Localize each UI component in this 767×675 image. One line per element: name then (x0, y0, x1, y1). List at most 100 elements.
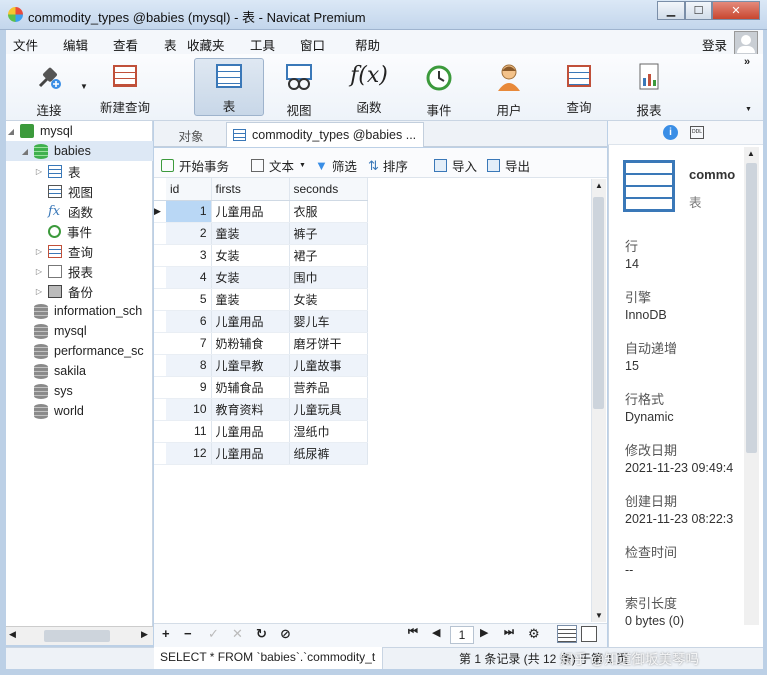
text-button[interactable]: 文本 ▼ (251, 156, 306, 175)
table-row[interactable]: 3 女装 裙子 (154, 244, 368, 267)
collapse-icon[interactable]: ◢ (6, 127, 16, 136)
view-button[interactable]: 视图 (264, 58, 334, 118)
menu-view[interactable]: 查看 (113, 35, 138, 54)
expand-icon[interactable]: ▷ (34, 267, 44, 276)
cell-firsts[interactable]: 儿童用品 (211, 200, 290, 223)
filter-button[interactable]: ▼ 筛选 (315, 156, 357, 175)
expand-icon[interactable]: ▷ (34, 287, 44, 296)
maximize-button[interactable]: ☐ (685, 1, 712, 20)
cell-seconds[interactable]: 湿纸巾 (289, 420, 368, 443)
tab-objects[interactable]: 对象 (156, 123, 226, 147)
menu-edit[interactable]: 编辑 (63, 35, 88, 54)
column-header-firsts[interactable]: firsts (211, 178, 290, 201)
row-header[interactable] (154, 354, 166, 377)
stop-icon[interactable]: ⊘ (280, 626, 291, 642)
cell-id[interactable]: 9 (166, 376, 212, 399)
delete-record-icon[interactable]: − (184, 626, 192, 641)
table-button[interactable]: 表 (194, 58, 264, 116)
table-row[interactable]: 4 女装 围巾 (154, 266, 368, 289)
add-record-icon[interactable]: + (162, 626, 170, 641)
row-header[interactable] (154, 222, 166, 245)
scrollbar-thumb[interactable] (593, 197, 604, 409)
tree-connection-mysql[interactable]: ◢ mysql (6, 121, 153, 141)
tab-commodity-types[interactable]: commodity_types @babies ... (226, 122, 424, 147)
close-button[interactable]: ✕ (712, 1, 760, 20)
row-header[interactable] (154, 376, 166, 399)
more-toolbar-icon[interactable]: » (744, 56, 750, 68)
query-button[interactable]: 查询 (544, 58, 614, 116)
expand-icon[interactable]: ▷ (34, 247, 44, 256)
table-row[interactable]: 8 儿童早教 儿童故事 (154, 354, 368, 377)
cell-firsts[interactable]: 女装 (211, 266, 290, 289)
collapse-icon[interactable]: ◢ (20, 147, 30, 156)
table-row[interactable]: 6 儿童用品 婴儿车 (154, 310, 368, 333)
info-icon[interactable]: i (663, 125, 678, 140)
gear-icon[interactable]: ⚙ (528, 626, 540, 642)
chevron-down-icon[interactable]: ▼ (299, 162, 306, 169)
column-header-seconds[interactable]: seconds (289, 178, 368, 201)
cell-id[interactable]: 11 (166, 420, 212, 443)
table-row[interactable]: 2 童装 裤子 (154, 222, 368, 245)
cell-firsts[interactable]: 儿童早教 (211, 354, 290, 377)
cell-seconds[interactable]: 婴儿车 (289, 310, 368, 333)
menu-window[interactable]: 窗口 (300, 35, 325, 54)
page-number-input[interactable]: 1 (450, 626, 474, 644)
menu-favorites[interactable]: 收藏夹 (187, 35, 225, 54)
scrollbar-thumb[interactable] (44, 630, 110, 642)
menu-tools[interactable]: 工具 (250, 35, 275, 54)
cell-seconds[interactable]: 营养品 (289, 376, 368, 399)
refresh-icon[interactable]: ↻ (256, 626, 267, 642)
row-header[interactable] (154, 266, 166, 289)
cell-firsts[interactable]: 奶辅食品 (211, 376, 290, 399)
event-button[interactable]: 事件 (404, 58, 474, 118)
row-header[interactable] (154, 310, 166, 333)
expand-icon[interactable]: ▷ (34, 167, 44, 176)
cell-id[interactable]: 4 (166, 266, 212, 289)
import-button[interactable]: 导入 (434, 156, 477, 175)
cell-seconds[interactable]: 裙子 (289, 244, 368, 267)
table-row[interactable]: 7 奶粉辅食 磨牙饼干 (154, 332, 368, 355)
login-link[interactable]: 登录 (702, 35, 727, 54)
last-page-icon[interactable]: ⏭ (504, 626, 514, 639)
data-grid[interactable]: id firsts seconds ▶ 1 儿童用品 衣服 2 童装 裤子 3 女装 裙子 4 女装围… (154, 178, 368, 465)
function-button[interactable]: f(x) 函数 (334, 58, 404, 116)
scrollbar-thumb[interactable] (746, 163, 757, 453)
cell-id[interactable]: 1 (166, 200, 212, 223)
tree-db-babies[interactable]: ◢ babies (20, 141, 167, 161)
connect-button[interactable]: 连接 (14, 58, 84, 118)
row-header[interactable] (154, 288, 166, 311)
user-button[interactable]: 用户 (474, 58, 544, 118)
apply-icon[interactable]: ✓ (208, 626, 219, 642)
cell-firsts[interactable]: 儿童用品 (211, 310, 290, 333)
previous-page-icon[interactable]: ◀ (432, 626, 440, 639)
cell-seconds[interactable]: 围巾 (289, 266, 368, 289)
cell-seconds[interactable]: 裤子 (289, 222, 368, 245)
cell-seconds[interactable]: 纸尿裤 (289, 442, 368, 465)
menu-help[interactable]: 帮助 (355, 35, 380, 54)
begin-transaction-button[interactable]: 开始事务 (161, 156, 229, 175)
scroll-right-icon[interactable]: ▶ (141, 629, 148, 640)
row-header[interactable] (154, 420, 166, 443)
toolbar-options-icon[interactable]: ▼ (745, 106, 752, 113)
cell-id[interactable]: 3 (166, 244, 212, 267)
row-header[interactable] (154, 398, 166, 421)
scroll-up-icon[interactable]: ▲ (747, 149, 755, 158)
cell-firsts[interactable]: 教育资料 (211, 398, 290, 421)
cell-id[interactable]: 7 (166, 332, 212, 355)
table-row[interactable]: ▶ 1 儿童用品 衣服 (154, 200, 368, 223)
cell-seconds[interactable]: 儿童玩具 (289, 398, 368, 421)
cell-id[interactable]: 12 (166, 442, 212, 465)
chevron-down-icon[interactable]: ▼ (80, 82, 88, 91)
table-row[interactable]: 5 童装 女装 (154, 288, 368, 311)
row-header[interactable] (154, 244, 166, 267)
menu-table[interactable]: 表 (164, 35, 177, 54)
export-button[interactable]: 导出 (487, 156, 530, 175)
cell-firsts[interactable]: 童装 (211, 222, 290, 245)
scroll-left-icon[interactable]: ◀ (9, 629, 16, 640)
avatar[interactable] (734, 31, 758, 55)
cell-seconds[interactable]: 衣服 (289, 200, 368, 223)
tree-horizontal-scrollbar[interactable]: ◀ ▶ (6, 626, 153, 645)
cell-firsts[interactable]: 女装 (211, 244, 290, 267)
cell-id[interactable]: 5 (166, 288, 212, 311)
report-button[interactable]: 报表 (614, 58, 684, 118)
